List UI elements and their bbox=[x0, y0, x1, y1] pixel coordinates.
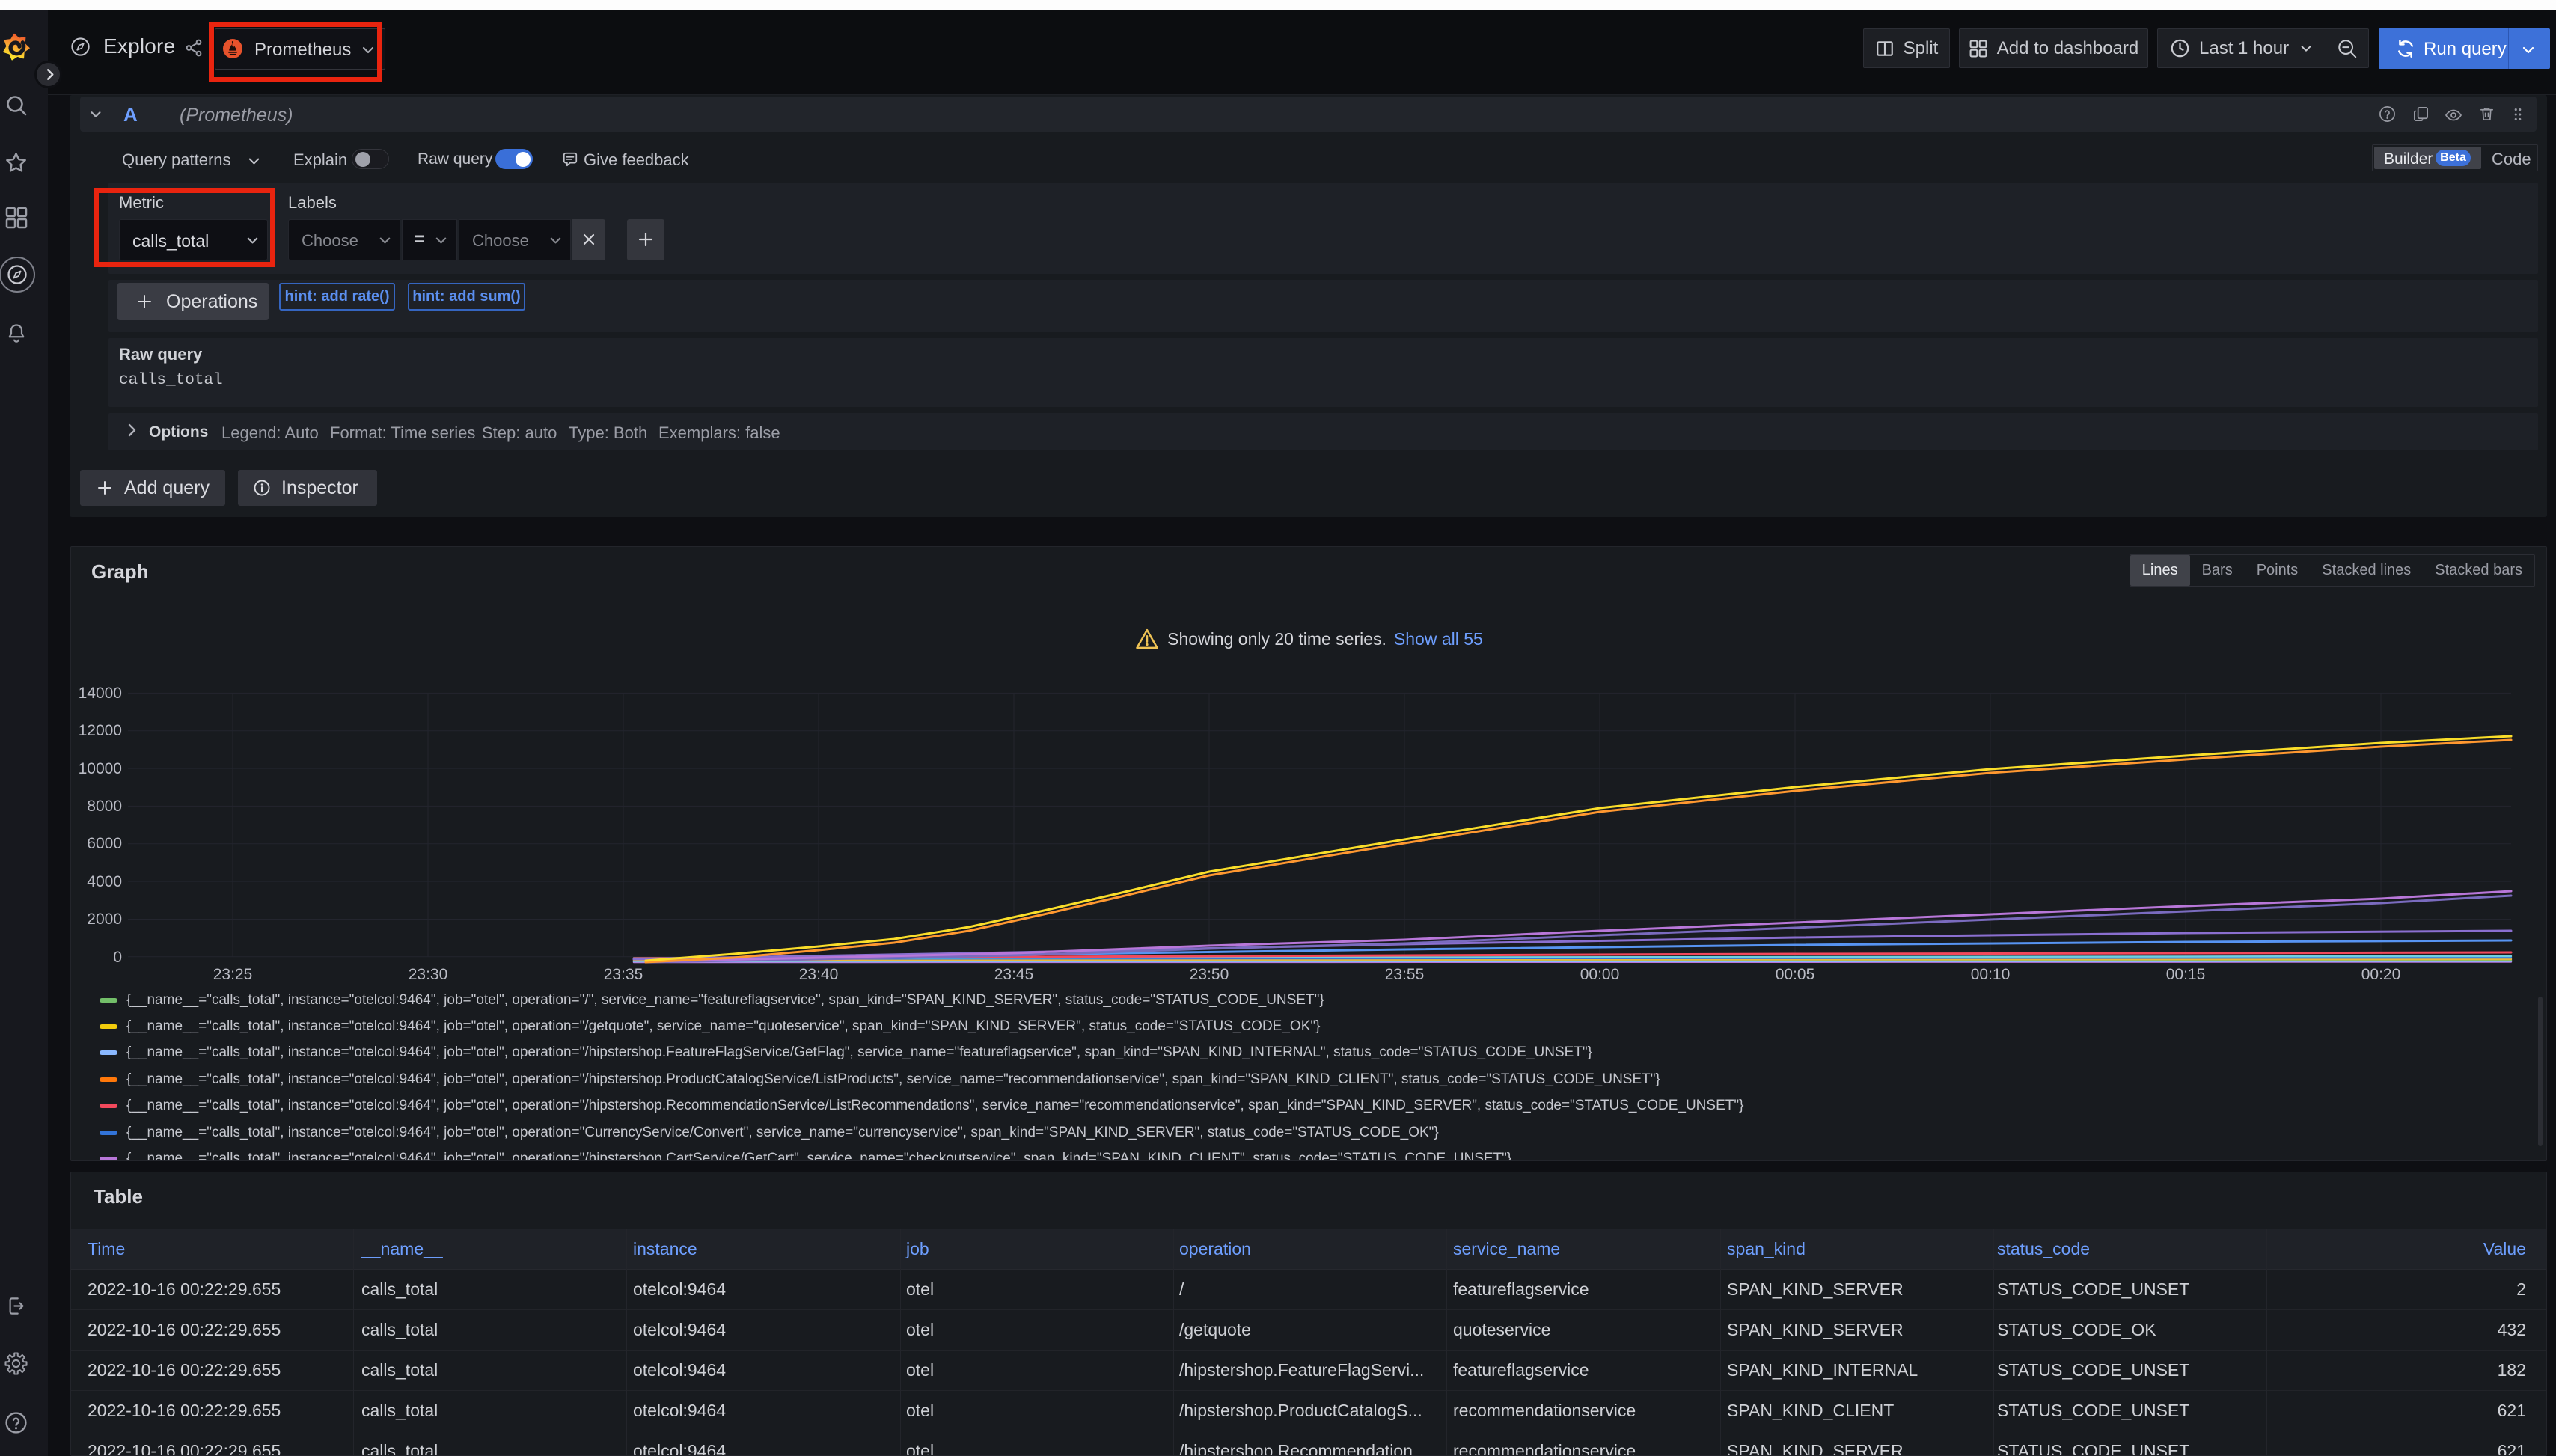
svg-text:00:05: 00:05 bbox=[1776, 966, 1815, 983]
svg-text:6000: 6000 bbox=[87, 835, 122, 852]
svg-text:23:35: 23:35 bbox=[604, 966, 643, 983]
svg-text:23:45: 23:45 bbox=[994, 966, 1034, 983]
svg-text:12000: 12000 bbox=[79, 722, 122, 739]
svg-text:23:40: 23:40 bbox=[799, 966, 839, 983]
svg-text:4000: 4000 bbox=[87, 873, 122, 890]
svg-text:23:50: 23:50 bbox=[1190, 966, 1229, 983]
svg-text:8000: 8000 bbox=[87, 798, 122, 815]
svg-text:2000: 2000 bbox=[87, 911, 122, 928]
svg-text:00:20: 00:20 bbox=[2361, 966, 2401, 983]
svg-text:23:25: 23:25 bbox=[213, 966, 253, 983]
svg-text:10000: 10000 bbox=[79, 760, 122, 777]
svg-text:23:30: 23:30 bbox=[409, 966, 448, 983]
svg-text:00:10: 00:10 bbox=[1971, 966, 2011, 983]
svg-text:00:00: 00:00 bbox=[1580, 966, 1620, 983]
svg-text:00:15: 00:15 bbox=[2166, 966, 2206, 983]
svg-text:14000: 14000 bbox=[79, 685, 122, 702]
svg-text:0: 0 bbox=[113, 949, 122, 966]
svg-text:23:55: 23:55 bbox=[1385, 966, 1425, 983]
